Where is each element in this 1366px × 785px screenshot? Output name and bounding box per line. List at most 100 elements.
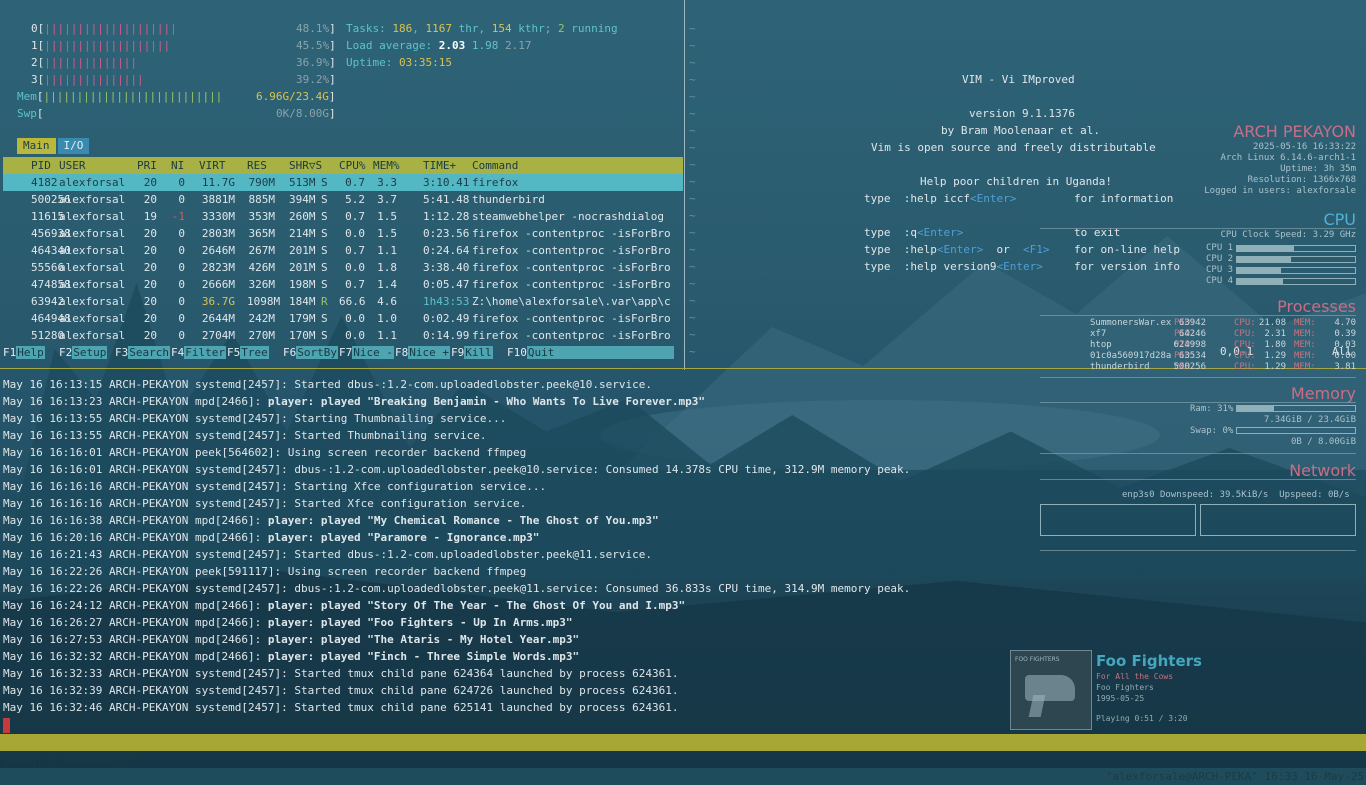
process-cmd: firefox -contentproc -isForBro [472, 227, 671, 240]
process-user: alexforsal [59, 295, 126, 308]
tab-main[interactable]: Main [17, 138, 56, 154]
process-mem: 1.1 [377, 329, 397, 342]
fkey-help[interactable]: F1Help [3, 344, 45, 361]
vim-title: VIM - Vi IMproved [962, 73, 1075, 86]
process-pri: 20 [143, 278, 157, 291]
journal-line: May 16 16:16:16 ARCH-PEKAYON systemd[245… [3, 495, 526, 512]
process-mem: 4.6 [377, 295, 397, 308]
col-ni[interactable]: NI [171, 157, 184, 174]
cpu-meter-1: 1[||||||||||||||||||| [31, 39, 171, 52]
fkey-filter[interactable]: F4Filter [171, 344, 226, 361]
fkey-quit[interactable]: F10Quit [507, 344, 675, 361]
process-ni: 0 [178, 244, 185, 257]
journal-message: player: played "Paramore - Ignorance.mp3… [267, 531, 540, 544]
process-row[interactable]: 474858 alexforsal 20 0 2666M 326M 198M S 0.7 1.4 0… [3, 276, 683, 293]
conky-cpu-title: CPU [1323, 210, 1356, 229]
journal-message: player: played "Finch - Three Simple Wor… [267, 650, 580, 663]
col-time[interactable]: TIME+ [423, 157, 456, 174]
vim-empty-line-tilde: ~ [689, 56, 696, 69]
process-pri: 20 [143, 227, 157, 240]
col-mem[interactable]: MEM% [373, 157, 400, 174]
fkey-setup[interactable]: F2Setup [59, 344, 108, 361]
journal-message: Using screen recorder backend ffmpeg [287, 565, 527, 578]
process-cmd: firefox -contentproc -isForBro [472, 261, 671, 274]
process-cpu: 0.7 [345, 176, 365, 189]
fkey-search[interactable]: F3Search [115, 344, 170, 361]
pane-divider-vertical[interactable] [684, 0, 685, 370]
journal-line: May 16 16:20:16 ARCH-PEKAYON mpd[2466]: … [3, 529, 539, 546]
fkey-tree[interactable]: F5Tree [227, 344, 269, 361]
conky-proc-pid: 500256 [1173, 362, 1206, 372]
mem-value: 6.96G/23.4G [256, 90, 329, 103]
process-row[interactable]: 55566 alexforsal 20 0 2823M 426M 201M S 0.0 1.8 3:… [3, 259, 683, 276]
process-row[interactable]: 464948 alexforsal 20 0 2644M 242M 179M S 0.0 1.0 0… [3, 310, 683, 327]
conky-swap-value: 0B / 8.00GiB [1290, 437, 1356, 447]
journal-message: Started tmux child pane 625141 launched … [294, 701, 679, 714]
col-virt[interactable]: VIRT [199, 157, 226, 174]
conky-mem-label: MEM: [1294, 351, 1316, 361]
process-row[interactable]: 4182 alexforsal 20 0 11.7G 790M 513M S 0.7 3.3 3:1… [3, 174, 683, 191]
fkey-nice-minus[interactable]: F7Nice - [339, 344, 394, 361]
process-shr: 170M [289, 329, 316, 342]
music-artist-secondary: Foo Fighters [1096, 683, 1154, 692]
journal-prefix: May 16 16:22:26 ARCH-PEKAYON systemd[245… [3, 582, 295, 595]
conky-proc-cpu: 1.80 [1264, 340, 1286, 350]
process-s: S [321, 210, 328, 223]
process-cmd: firefox -contentproc -isForBro [472, 278, 671, 291]
process-row[interactable]: 51280 alexforsal 20 0 2704M 270M 170M S 0.0 1.1 0:… [3, 327, 683, 344]
process-cpu: 0.7 [345, 210, 365, 223]
col-pri[interactable]: PRI [137, 157, 157, 174]
vim-empty-line-tilde: ~ [689, 277, 696, 290]
col-pid[interactable]: PID [31, 157, 51, 174]
process-pri: 20 [143, 244, 157, 257]
vim-empty-line-tilde: ~ [689, 345, 696, 358]
conky-mem-label: MEM: [1294, 362, 1316, 372]
journal-line: May 16 16:32:33 ARCH-PEKAYON systemd[245… [3, 665, 679, 682]
process-row[interactable]: 464340 alexforsal 20 0 2646M 267M 201M S 0.7 1.1 0… [3, 242, 683, 259]
process-row[interactable]: 11615 alexforsal 19 -1 3330M 353M 260M S 0.7 1.5 1… [3, 208, 683, 225]
col-user[interactable]: USER [59, 157, 86, 174]
journal-prefix: May 16 16:32:33 ARCH-PEKAYON systemd[245… [3, 667, 295, 680]
journal-line: May 16 16:16:16 ARCH-PEKAYON systemd[245… [3, 478, 546, 495]
conky-proc-name: SummonersWar.ex [1090, 318, 1172, 328]
fkey-sortby[interactable]: F6SortBy [283, 344, 338, 361]
process-pri: 20 [143, 176, 157, 189]
process-mem: 3.7 [377, 193, 397, 206]
journal-prefix: May 16 16:13:15 ARCH-PEKAYON systemd[245… [3, 378, 295, 391]
vim-empty-line-tilde: ~ [689, 260, 696, 273]
journal-prefix: May 16 16:21:43 ARCH-PEKAYON systemd[245… [3, 548, 295, 561]
htop-pane[interactable]: 0[|||||||||||||||||||| 48.1%] 1[||||||||… [0, 20, 684, 365]
uptime: Uptime: 03:35:15 [346, 56, 452, 69]
cpu-pct-3: 39.2% [296, 73, 330, 86]
col-cpu[interactable]: CPU% [339, 157, 366, 174]
process-pri: 20 [143, 312, 157, 325]
col-command[interactable]: Command [472, 157, 518, 174]
tab-io[interactable]: I/O [57, 138, 90, 154]
htop-tabs: Main I/O [17, 138, 91, 154]
col-res[interactable]: RES [247, 157, 267, 174]
fkey-kill[interactable]: F9Kill [451, 344, 493, 361]
conky-downspeed-graph [1040, 504, 1196, 536]
process-table-header[interactable]: PID USER PRI NI VIRT RES SHR▽S CPU% MEM%… [3, 157, 683, 174]
process-ni: 0 [178, 295, 185, 308]
process-cmd: firefox [472, 176, 519, 189]
process-row[interactable]: 63942 alexforsal 20 0 36.7G 1098M 184M R 66.6 4.6… [3, 293, 683, 310]
tmux-status-bar[interactable]: [main] 0:journalctl* "alexforsale@ARCH-P… [0, 734, 1366, 783]
conky-swap-label: Swap: 0% [1190, 426, 1234, 436]
journal-line: May 16 16:13:55 ARCH-PEKAYON systemd[245… [3, 410, 506, 427]
journal-line: May 16 16:22:26 ARCH-PEKAYON peek[591117… [3, 563, 526, 580]
tmux-window-list[interactable]: [main] 0:journalctl* [3, 751, 135, 768]
conky-os: Arch Linux 6.14.6-arch1-1 [1220, 153, 1356, 163]
journal-prefix: May 16 16:32:32 ARCH-PEKAYON mpd[2466]: [3, 650, 268, 663]
process-pid: 456938 [31, 227, 71, 240]
process-res: 267M [248, 244, 276, 257]
process-mem: 1.5 [377, 210, 397, 223]
process-row[interactable]: 500256 alexforsal 20 0 3881M 885M 394M S 5.2 3.7 5… [3, 191, 683, 208]
fkey-nice-plus[interactable]: F8Nice + [395, 344, 450, 361]
journal-line: May 16 16:22:26 ARCH-PEKAYON systemd[245… [3, 580, 910, 597]
process-row[interactable]: 456938 alexforsal 20 0 2803M 365M 214M S 0.0 1.5 0… [3, 225, 683, 242]
tasks-summary: Tasks: 186, 1167 thr, 154 kthr; 2 runnin… [346, 22, 618, 35]
journal-message: player: played "Foo Fighters - Up In Arm… [267, 616, 573, 629]
process-cmd: firefox -contentproc -isForBro [472, 244, 671, 257]
col-shr[interactable]: SHR▽S [289, 157, 322, 174]
